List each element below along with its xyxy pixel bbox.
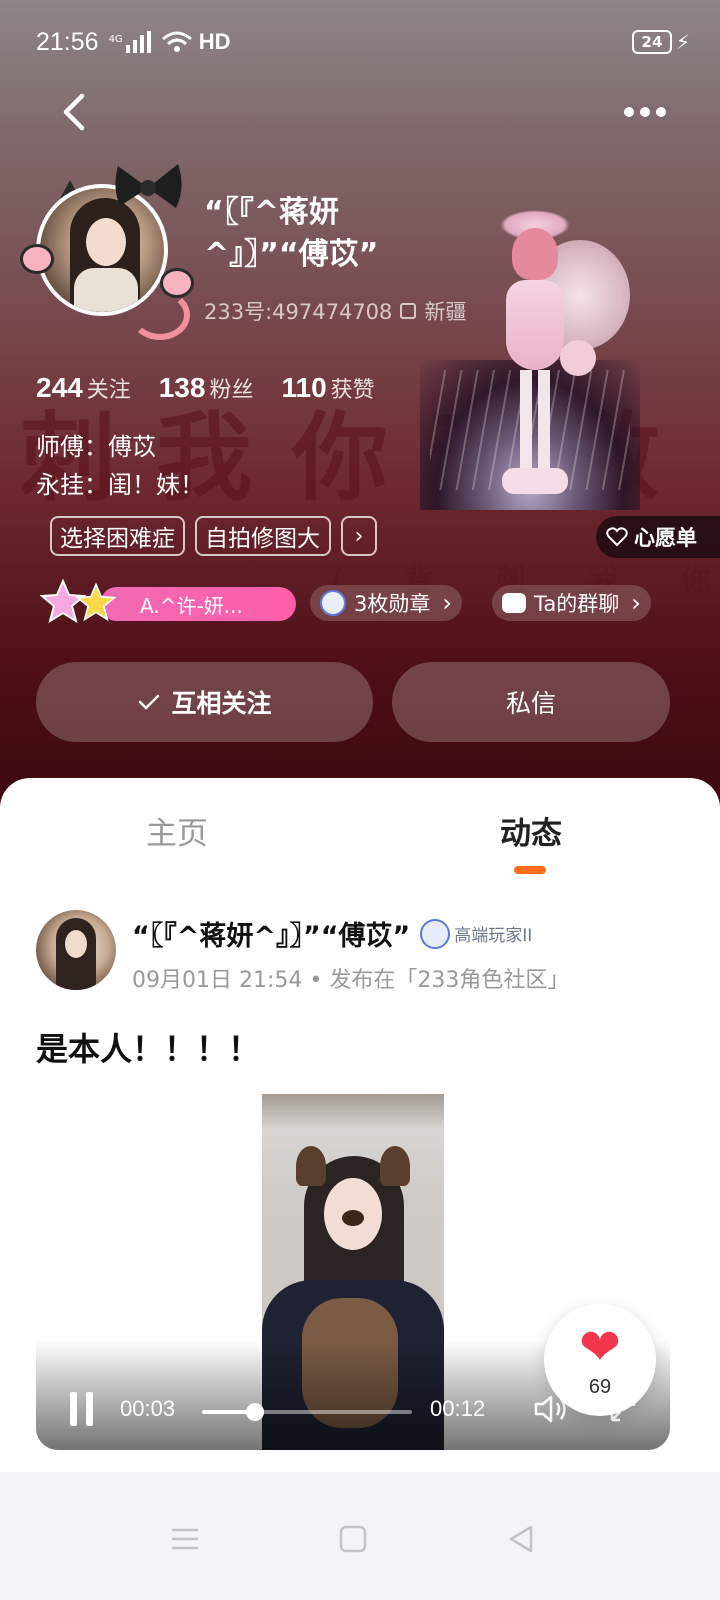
network-type: 4G bbox=[108, 34, 123, 45]
tag-item[interactable]: 自拍修图大 bbox=[195, 516, 331, 556]
tab-bar: 主页 动态 bbox=[0, 778, 720, 878]
profile-tags: 选择困难症 自拍修图大 › bbox=[50, 516, 377, 556]
stat-likes[interactable]: 110 获赞 bbox=[281, 372, 374, 404]
like-count: 69 bbox=[588, 1375, 612, 1398]
status-time: 21:56 bbox=[36, 27, 99, 56]
tag-item[interactable]: 选择困难症 bbox=[50, 516, 185, 556]
video-progress[interactable] bbox=[202, 1403, 412, 1421]
paw-decoration bbox=[20, 244, 54, 274]
home-square-icon[interactable] bbox=[336, 1522, 370, 1556]
follow-button[interactable]: 互相关注 bbox=[36, 662, 373, 742]
profile-stats: 244 关注 138 粉丝 110 获赞 bbox=[36, 372, 375, 404]
post-author-avatar[interactable] bbox=[36, 910, 116, 990]
chevron-right-icon: › bbox=[631, 589, 641, 617]
vip-chip[interactable]: A.^许-妍... bbox=[40, 578, 296, 624]
tab-home[interactable]: 主页 bbox=[146, 808, 208, 853]
avatar[interactable] bbox=[20, 160, 194, 340]
heart-outline-icon bbox=[606, 527, 628, 547]
tab-indicator bbox=[514, 866, 546, 874]
pause-icon[interactable] bbox=[70, 1392, 96, 1426]
vip-chip-label: A.^许-妍... bbox=[100, 587, 296, 621]
post-meta: 09月01日 21:54 • 发布在「233角色社区」 bbox=[132, 968, 570, 993]
avatar-character[interactable] bbox=[420, 210, 640, 512]
post-text: 是本人！！！！ bbox=[36, 1030, 261, 1068]
stat-followers[interactable]: 138 粉丝 bbox=[159, 372, 254, 404]
check-icon bbox=[139, 694, 160, 710]
status-bar: 21:56 4G HD 24 ⚡ bbox=[36, 22, 690, 62]
charging-icon: ⚡ bbox=[675, 30, 690, 54]
chevron-right-icon: › bbox=[442, 589, 452, 617]
medal-icon bbox=[320, 590, 346, 616]
back-arrow-icon[interactable] bbox=[56, 90, 96, 134]
profile-chips: A.^许-妍... 3枚勋章 › Ta的群聊 › bbox=[40, 578, 700, 626]
star-icon bbox=[76, 582, 116, 622]
menu-icon[interactable] bbox=[168, 1522, 202, 1556]
profile-bio: 师傅：傅苡 永挂：闺！妹！ bbox=[36, 433, 204, 499]
tab-feed[interactable]: 动态 bbox=[500, 808, 562, 853]
battery-indicator: 24 ⚡ bbox=[631, 30, 690, 54]
tags-more-button[interactable]: › bbox=[341, 516, 377, 556]
more-icon[interactable] bbox=[624, 100, 668, 124]
player-badge: 高端玩家II bbox=[420, 918, 532, 949]
chat-icon bbox=[502, 593, 526, 613]
wishlist-button[interactable]: 心愿单 bbox=[596, 516, 720, 558]
uid-text: 233号:497474708 bbox=[204, 300, 393, 324]
profile-header: 刺我你无敌 / 背 刺 我 你 无 敌 21:56 4G HD 24 ⚡ bbox=[0, 0, 720, 810]
wifi-icon bbox=[161, 31, 192, 52]
badge-icon bbox=[420, 918, 451, 949]
medals-chip[interactable]: 3枚勋章 › bbox=[310, 585, 462, 621]
message-button[interactable]: 私信 bbox=[392, 662, 670, 742]
post-author[interactable]: “〖『^蒋妍^』〗”“傅苡” 高端玩家II bbox=[132, 914, 532, 953]
video-current-time: 00:03 bbox=[120, 1396, 176, 1421]
heart-icon: ❤ bbox=[579, 1317, 621, 1376]
hd-indicator: HD bbox=[198, 29, 231, 54]
battery-level: 24 bbox=[631, 30, 672, 54]
like-button[interactable]: ❤ 69 bbox=[544, 1304, 656, 1416]
back-triangle-icon[interactable] bbox=[504, 1522, 538, 1556]
profile-name: “〖『^蒋妍 ^』〗”“傅苡” bbox=[204, 195, 379, 272]
group-chat-chip[interactable]: Ta的群聊 › bbox=[492, 585, 651, 621]
system-nav-bar bbox=[0, 1472, 720, 1600]
copy-icon[interactable] bbox=[400, 303, 417, 319]
signal-icon: 4G bbox=[109, 31, 151, 53]
video-total-time: 00:12 bbox=[430, 1396, 486, 1421]
stat-following[interactable]: 244 关注 bbox=[36, 372, 131, 404]
tail-decoration bbox=[130, 290, 190, 340]
progress-knob[interactable] bbox=[245, 1403, 264, 1421]
bow-decoration bbox=[115, 164, 182, 208]
